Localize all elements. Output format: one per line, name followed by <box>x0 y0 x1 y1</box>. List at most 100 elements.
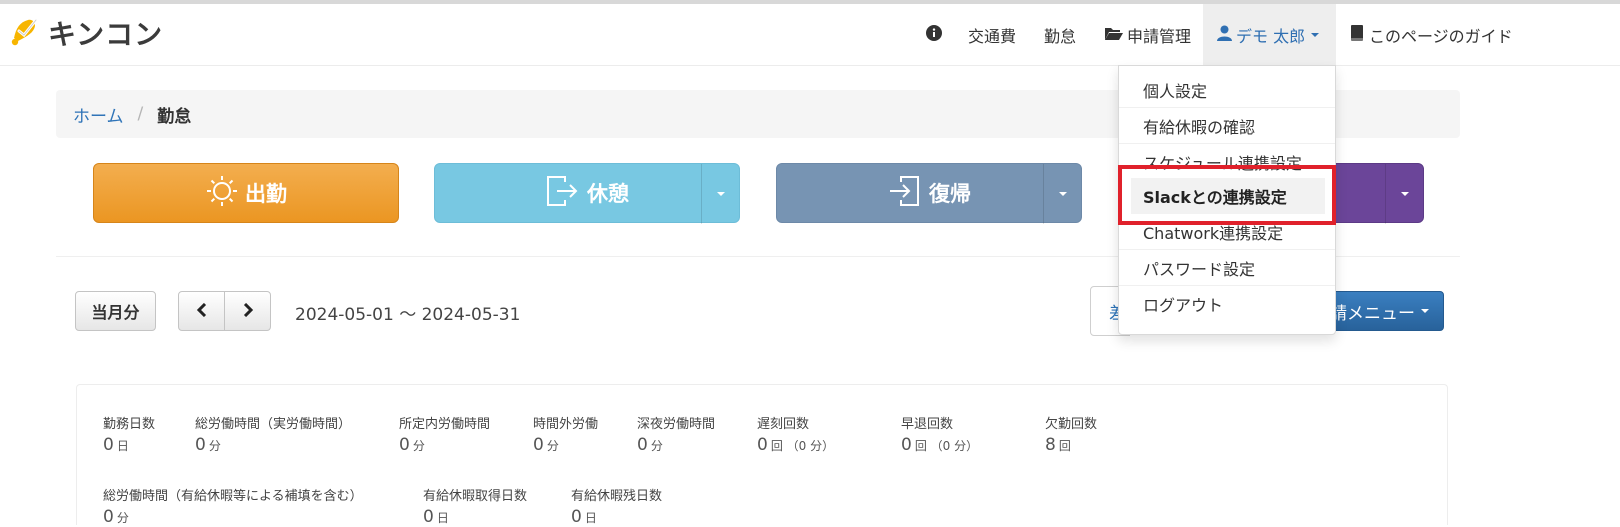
stat-late-count: 遅刻回数 0回 （0 分） <box>757 413 834 455</box>
top-navbar: キンコン 交通費 勤怠 申請管理 デモ 太郎 このページのガイド <box>0 0 1620 66</box>
stat-paid-leave-remaining: 有給休暇残日数 0日 <box>571 485 662 527</box>
stat-value: 0日 <box>571 507 662 527</box>
nav-applications[interactable]: 申請管理 <box>1104 4 1191 66</box>
stat-label: 早退回数 <box>901 417 954 432</box>
stat-number: 0 <box>103 507 114 527</box>
stat-paid-leave-taken: 有給休暇取得日数 0日 <box>423 485 527 527</box>
chevron-left-icon <box>196 302 208 321</box>
highlight-box <box>1118 165 1336 225</box>
stat-value: 0分 <box>195 435 351 455</box>
stat-unit: 日 <box>116 439 129 453</box>
nav-attendance[interactable]: 勤怠 <box>1044 4 1076 66</box>
stat-label: 時間外労働 <box>533 417 599 432</box>
info-button[interactable] <box>926 4 942 66</box>
stat-value: 0分 <box>399 435 490 455</box>
folder-open-icon <box>1104 26 1124 45</box>
apply-menu-button[interactable]: 請メニュー <box>1320 291 1444 331</box>
stat-label: 有給休暇取得日数 <box>423 489 528 504</box>
break-label: 休憩 <box>587 182 629 206</box>
clock-in-label: 出勤 <box>245 182 287 206</box>
stat-total-hours-with-leave: 総労働時間（有給休暇等による補填を含む） 0分 <box>103 485 363 527</box>
stat-unit: 回 （0 分） <box>914 439 979 453</box>
return-dropdown-toggle[interactable] <box>1043 164 1081 224</box>
book-icon <box>1350 25 1364 45</box>
stat-label: 総労働時間（有給休暇等による補填を含む） <box>103 489 363 504</box>
menu-item-personal-settings[interactable]: 個人設定 <box>1119 72 1335 108</box>
breadcrumb-current: 勤怠 <box>157 106 192 127</box>
breadcrumb-separator: / <box>137 104 144 124</box>
current-month-button[interactable]: 当月分 <box>75 291 156 331</box>
caret-down-icon <box>1311 33 1320 37</box>
stat-value: 0回 （0 分） <box>757 435 834 455</box>
user-name: デモ 太郎 <box>1236 27 1306 46</box>
stat-number: 0 <box>103 435 114 455</box>
stat-unit: 分 <box>650 439 663 453</box>
sun-icon <box>205 174 239 213</box>
stat-number: 0 <box>757 435 768 455</box>
stat-label: 深夜労働時間 <box>637 417 716 432</box>
stat-unit: 分 <box>116 511 129 525</box>
stat-number: 0 <box>571 507 582 527</box>
user-menu-toggle[interactable]: デモ 太郎 <box>1203 4 1336 66</box>
stat-unit: 分 <box>208 439 221 453</box>
stat-number: 0 <box>399 435 410 455</box>
stat-label: 有給休暇残日数 <box>571 489 663 504</box>
date-range: 2024-05-01 〜 2024-05-31 <box>295 305 521 325</box>
stat-unit: 日 <box>584 511 597 525</box>
stat-number: 8 <box>1045 435 1056 455</box>
next-month-button[interactable] <box>224 291 271 331</box>
clock-in-button[interactable]: 出勤 <box>93 163 399 223</box>
prev-month-button[interactable] <box>178 291 225 331</box>
break-button[interactable]: 休憩 <box>434 163 740 224</box>
caret-down-icon <box>716 192 725 196</box>
stat-value: 0分 <box>637 435 715 455</box>
caret-down-icon <box>1421 309 1429 313</box>
return-label: 復帰 <box>929 182 971 206</box>
sign-in-icon <box>887 174 921 213</box>
caret-down-icon <box>1400 192 1409 196</box>
stat-label: 遅刻回数 <box>757 417 810 432</box>
stat-work-days: 勤務日数 0日 <box>103 413 155 455</box>
stat-early-leave-count: 早退回数 0回 （0 分） <box>901 413 978 455</box>
info-circle-icon <box>926 25 942 45</box>
stat-label: 総労働時間（実労働時間） <box>195 417 352 432</box>
menu-item-password-settings[interactable]: パスワード設定 <box>1119 250 1335 286</box>
stat-number: 0 <box>637 435 648 455</box>
bell-check-icon <box>8 14 42 52</box>
stat-value: 0日 <box>103 435 155 455</box>
nav-transport[interactable]: 交通費 <box>968 4 1016 66</box>
stat-value: 0日 <box>423 507 527 527</box>
stat-value: 8回 <box>1045 435 1097 455</box>
stat-absence-count: 欠勤回数 8回 <box>1045 413 1097 455</box>
menu-item-paid-leave[interactable]: 有給休暇の確認 <box>1119 108 1335 144</box>
stat-value: 0分 <box>533 435 598 455</box>
sign-out-icon <box>545 174 579 213</box>
nav-guide[interactable]: このページのガイド <box>1350 4 1513 66</box>
stat-scheduled-hours: 所定内労働時間 0分 <box>399 413 490 455</box>
stat-unit: 回 （0 分） <box>770 439 835 453</box>
brand-name: キンコン <box>48 18 164 51</box>
stats-panel: 勤務日数 0日 総労働時間（実労働時間） 0分 所定内労働時間 0分 時間外労働… <box>76 384 1448 527</box>
brand-logo[interactable]: キンコン <box>8 14 164 52</box>
apply-menu-label: 請メニュー <box>1330 303 1415 324</box>
menu-item-logout[interactable]: ログアウト <box>1119 286 1335 322</box>
stat-label: 欠勤回数 <box>1045 417 1098 432</box>
stat-number: 0 <box>423 507 434 527</box>
stat-number: 0 <box>195 435 206 455</box>
stat-label: 勤務日数 <box>103 417 156 432</box>
user-icon <box>1217 25 1232 45</box>
stat-unit: 日 <box>436 511 449 525</box>
stat-unit: 回 <box>1058 439 1071 453</box>
clock-out-dropdown-toggle[interactable] <box>1385 164 1423 224</box>
stat-label: 所定内労働時間 <box>399 417 491 432</box>
breadcrumb-home[interactable]: ホーム <box>73 102 124 127</box>
return-button[interactable]: 復帰 <box>776 163 1082 224</box>
stat-number: 0 <box>533 435 544 455</box>
stat-number: 0 <box>901 435 912 455</box>
stat-overtime: 時間外労働 0分 <box>533 413 598 455</box>
stat-value: 0分 <box>103 507 363 527</box>
stat-unit: 分 <box>412 439 425 453</box>
stat-unit: 分 <box>546 439 559 453</box>
stat-night-hours: 深夜労働時間 0分 <box>637 413 715 455</box>
break-dropdown-toggle[interactable] <box>701 164 739 224</box>
